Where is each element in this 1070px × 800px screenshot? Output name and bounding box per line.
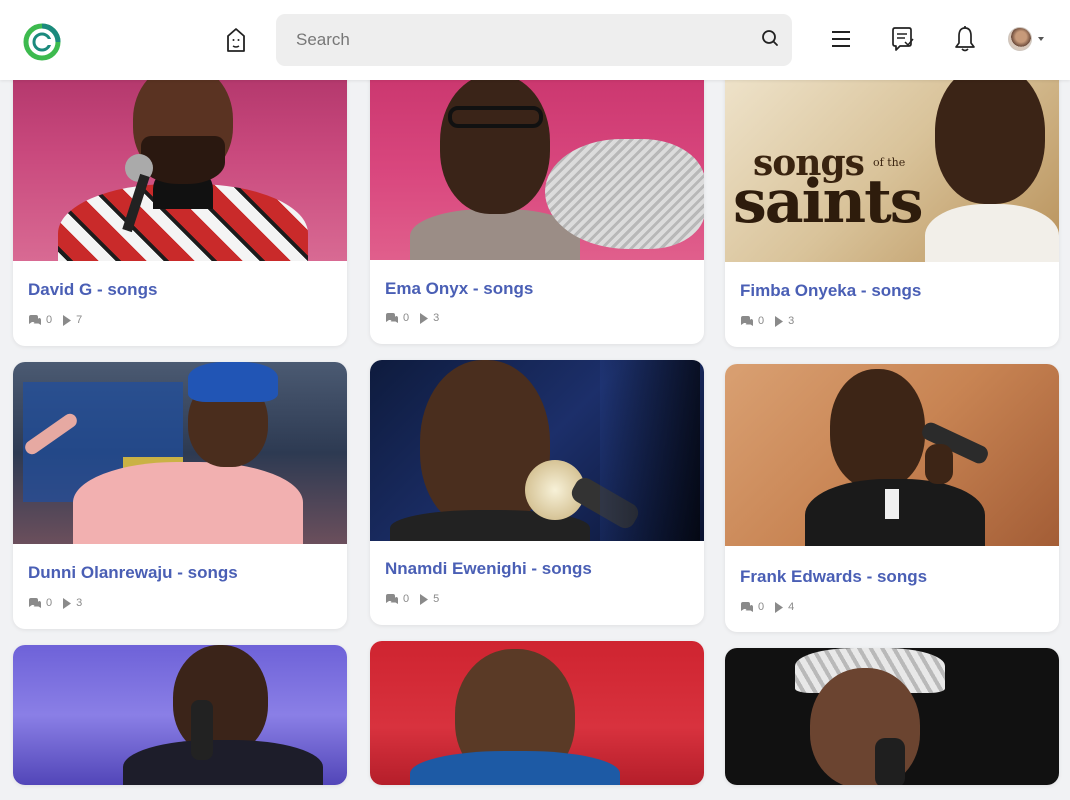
- artist-image: [725, 364, 1059, 546]
- comments-count: 0: [758, 315, 765, 327]
- plays-stat: 3: [62, 597, 82, 609]
- artist-card[interactable]: Frank Edwards - songs 0 4: [725, 364, 1059, 632]
- search-button[interactable]: [756, 26, 784, 54]
- card-stats: 0 5: [385, 593, 449, 605]
- artist-card[interactable]: [13, 645, 347, 785]
- plays-stat: 7: [62, 314, 82, 326]
- comments-stat: 0: [740, 601, 764, 613]
- play-icon: [420, 593, 429, 605]
- artist-card[interactable]: Ema Onyx - songs 0 3: [370, 64, 704, 344]
- messages-button[interactable]: [888, 24, 918, 58]
- notifications-button[interactable]: [950, 24, 980, 58]
- card-title[interactable]: Dunni Olanrewaju - songs: [28, 563, 238, 583]
- artist-card[interactable]: [725, 648, 1059, 785]
- plays-stat: 5: [419, 593, 439, 605]
- card-stats: 0 3: [28, 597, 92, 609]
- plays-count: 5: [433, 593, 440, 605]
- search-icon: [761, 29, 779, 52]
- artist-image: songs of the saints: [725, 64, 1059, 262]
- artist-image: [370, 64, 704, 260]
- plays-count: 3: [76, 597, 83, 609]
- card-title[interactable]: Fimba Onyeka - songs: [740, 281, 921, 301]
- comments-count: 0: [46, 314, 53, 326]
- search-input[interactable]: [276, 14, 792, 66]
- comments-stat: 0: [385, 312, 409, 324]
- comments-stat: 0: [385, 593, 409, 605]
- comments-stat: 0: [28, 314, 52, 326]
- messages-icon: [891, 25, 915, 58]
- plays-stat: 3: [419, 312, 439, 324]
- home-icon: [225, 26, 247, 59]
- card-stats: 0 3: [740, 315, 804, 327]
- comments-icon: [29, 597, 41, 608]
- card-title[interactable]: Ema Onyx - songs: [385, 279, 533, 299]
- artist-card[interactable]: songs of the saints Fimba Onyeka - songs…: [725, 64, 1059, 347]
- card-title[interactable]: Frank Edwards - songs: [740, 567, 927, 587]
- avatar: [1008, 27, 1032, 51]
- artist-image: [13, 362, 347, 544]
- artist-card[interactable]: Dunni Olanrewaju - songs 0 3: [13, 362, 347, 629]
- card-stats: 0 4: [740, 601, 804, 613]
- card-stats: 0 3: [385, 312, 449, 324]
- comments-icon: [386, 593, 398, 604]
- comments-count: 0: [403, 312, 410, 324]
- plays-stat: 3: [774, 315, 794, 327]
- card-title[interactable]: David G - songs: [28, 280, 157, 300]
- artist-image: [13, 64, 347, 261]
- bell-icon: [954, 25, 976, 58]
- artist-card[interactable]: [370, 641, 704, 785]
- menu-icon: [830, 29, 852, 54]
- user-menu[interactable]: [1008, 24, 1048, 54]
- artist-image: [725, 648, 1059, 785]
- app-logo[interactable]: [22, 15, 62, 69]
- play-icon: [63, 314, 72, 326]
- card-stats: 0 7: [28, 314, 92, 326]
- comments-stat: 0: [28, 597, 52, 609]
- artist-image: [370, 360, 704, 541]
- comments-count: 0: [758, 601, 765, 613]
- play-icon: [420, 312, 429, 324]
- artist-card[interactable]: Nnamdi Ewenighi - songs 0 5: [370, 360, 704, 625]
- play-icon: [775, 601, 784, 613]
- artist-image: [370, 641, 704, 785]
- comments-count: 0: [403, 593, 410, 605]
- comments-icon: [741, 601, 753, 612]
- artist-image: [13, 645, 347, 785]
- plays-count: 4: [788, 601, 795, 613]
- comments-icon: [386, 312, 398, 323]
- play-icon: [775, 315, 784, 327]
- poster-text: saints: [733, 167, 924, 237]
- chevron-down-icon: [1038, 37, 1044, 41]
- comments-icon: [29, 314, 41, 325]
- top-header: [0, 0, 1070, 80]
- menu-button[interactable]: [826, 24, 856, 58]
- home-button[interactable]: [222, 26, 250, 58]
- plays-count: 7: [76, 314, 83, 326]
- play-icon: [63, 597, 72, 609]
- comments-stat: 0: [740, 315, 764, 327]
- plays-count: 3: [433, 312, 440, 324]
- artist-card[interactable]: David G - songs 0 7: [13, 64, 347, 346]
- plays-stat: 4: [774, 601, 794, 613]
- comments-count: 0: [46, 597, 53, 609]
- comments-icon: [741, 315, 753, 326]
- card-title[interactable]: Nnamdi Ewenighi - songs: [385, 559, 592, 579]
- search-bar: [276, 14, 792, 66]
- plays-count: 3: [788, 315, 795, 327]
